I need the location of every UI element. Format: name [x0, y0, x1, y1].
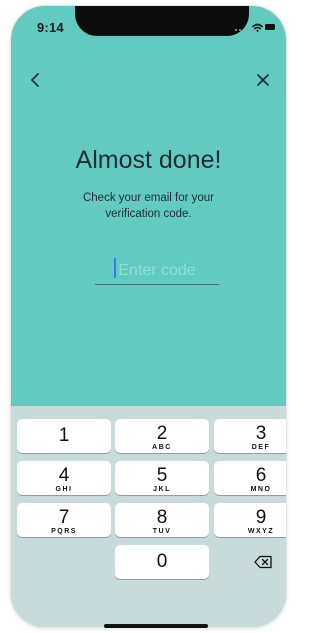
numeric-keypad: 1 2 ABC 3 DEF 4 GHI 5 JKL 6 MNO 7 PQRS 8… [11, 406, 286, 627]
close-icon [257, 74, 269, 86]
key-3[interactable]: 3 DEF [214, 419, 286, 453]
key-7[interactable]: 7 PQRS [17, 503, 111, 537]
back-button[interactable] [27, 70, 45, 90]
key-letters: ABC [152, 444, 172, 451]
key-2[interactable]: 2 ABC [115, 419, 209, 453]
key-digit: 6 [255, 465, 267, 486]
key-digit: 7 [58, 507, 70, 528]
key-6[interactable]: 6 MNO [214, 461, 286, 495]
key-digit: 5 [156, 465, 168, 486]
backspace-icon [254, 555, 272, 569]
key-letters: WXYZ [247, 528, 275, 535]
key-8[interactable]: 8 TUV [115, 503, 209, 537]
key-9[interactable]: 9 WXYZ [214, 503, 286, 537]
text-cursor [114, 258, 116, 278]
phone-screen: 9:14 Almost done! Check your email for y… [11, 6, 286, 627]
key-1[interactable]: 1 [17, 419, 111, 453]
key-4[interactable]: 4 GHI [17, 461, 111, 495]
home-indicator [104, 624, 208, 628]
key-letters: JKL [153, 486, 171, 493]
key-digit: 2 [156, 423, 168, 444]
key-digit: 1 [58, 425, 70, 446]
chevron-left-icon [31, 73, 39, 87]
key-letters: PQRS [51, 528, 77, 535]
key-letters: TUV [152, 528, 172, 535]
wifi-icon [252, 23, 263, 32]
key-digit: 3 [255, 423, 267, 444]
notch [75, 6, 249, 36]
status-time: 9:14 [37, 20, 64, 35]
key-digit: 8 [156, 507, 168, 528]
status-icons [235, 23, 275, 32]
key-letters: MNO [250, 486, 272, 493]
key-letters: GHI [55, 486, 73, 493]
signal-icon [235, 29, 249, 31]
delete-key[interactable] [214, 545, 286, 579]
close-button[interactable] [254, 71, 272, 89]
key-letters: DEF [251, 444, 271, 451]
battery-icon [265, 24, 275, 30]
page-title: Almost done! [75, 146, 222, 174]
instruction-text: Check your email for your verification c… [82, 192, 215, 220]
key-digit: 4 [58, 465, 70, 486]
key-digit: 0 [156, 551, 168, 572]
key-5[interactable]: 5 JKL [115, 461, 209, 495]
key-0[interactable]: 0 [115, 545, 209, 579]
key-digit: 9 [255, 507, 267, 528]
